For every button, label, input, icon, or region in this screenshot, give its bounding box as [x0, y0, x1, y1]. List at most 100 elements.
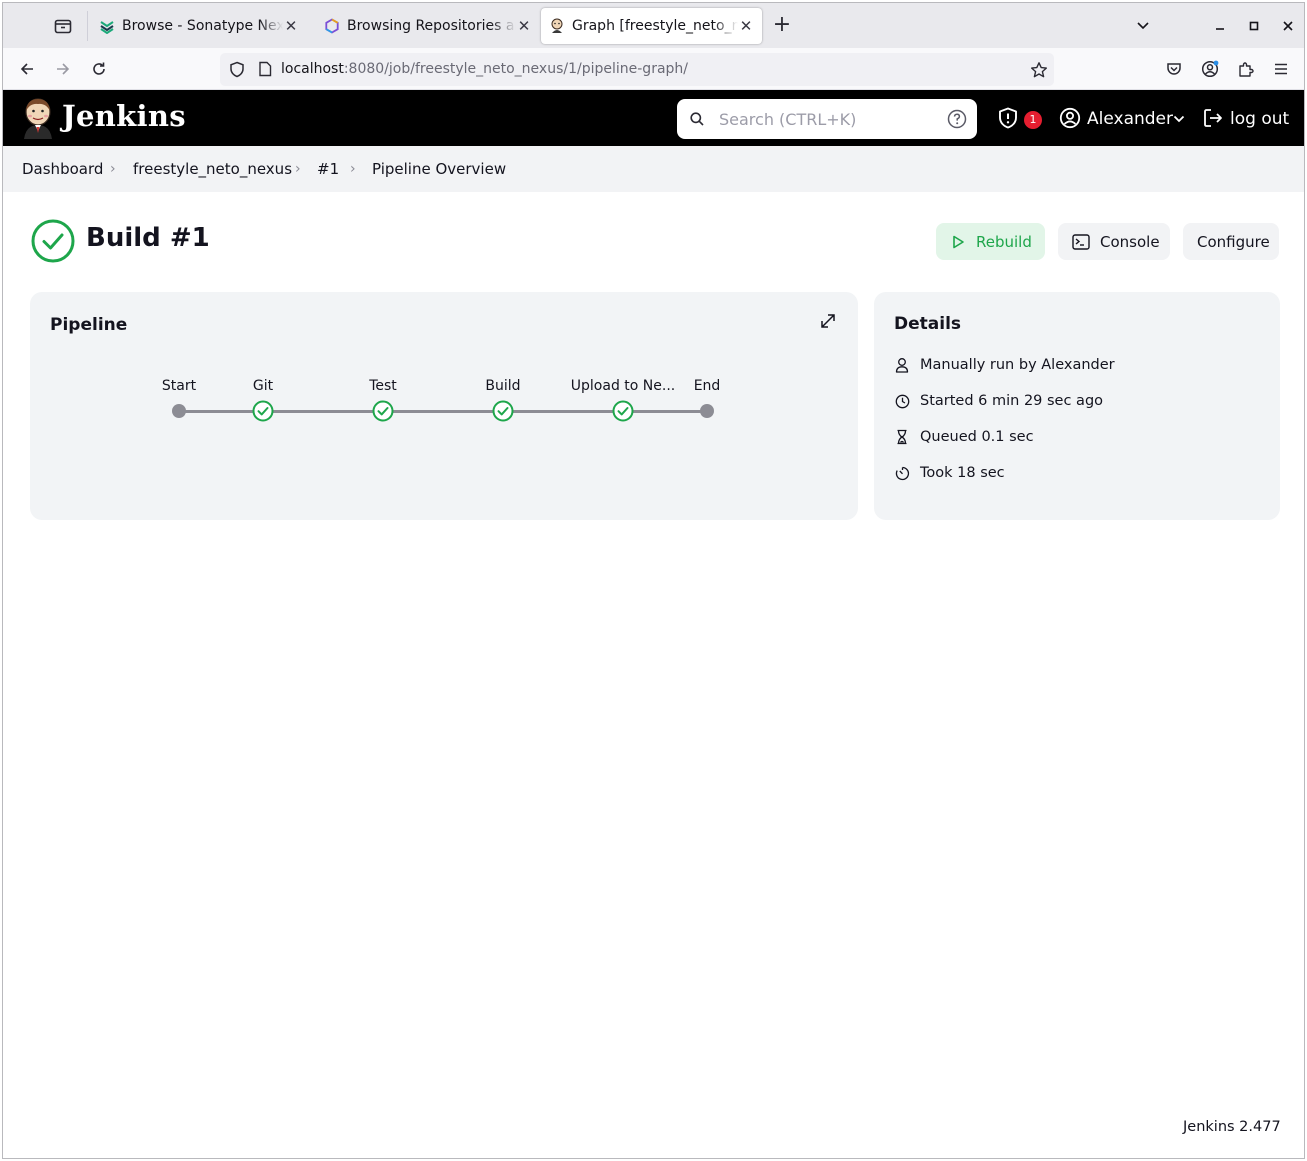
- forward-button[interactable]: [49, 55, 77, 83]
- shield-warning-icon: [999, 107, 1017, 129]
- detail-text: Took 18 sec: [920, 465, 1005, 481]
- play-icon: [950, 234, 966, 250]
- rebuild-button[interactable]: Rebuild: [936, 223, 1045, 260]
- maximize-icon: [1249, 21, 1259, 31]
- console-label: Console: [1100, 232, 1160, 251]
- tab-list-icon: [54, 19, 72, 34]
- end-node: [700, 404, 714, 418]
- tab-title: Browse - Sonatype Nexus Repository: [122, 18, 283, 34]
- breadcrumb-current[interactable]: Pipeline Overview: [372, 160, 506, 178]
- search-input[interactable]: Search (CTRL+K): [677, 99, 977, 139]
- url-host: localhost: [281, 61, 344, 77]
- shield-icon: [230, 61, 244, 78]
- plus-icon: +: [772, 12, 792, 37]
- detail-started-by: Manually run by Alexander: [894, 357, 1115, 373]
- url-text: localhost:8080/job/freestyle_neto_nexus/…: [281, 61, 688, 77]
- maximize-button[interactable]: [1242, 14, 1266, 38]
- tab-strip: Browse - Sonatype Nexus Repository ✕ Bro…: [3, 3, 1304, 48]
- reload-button[interactable]: [85, 55, 113, 83]
- help-icon[interactable]: [947, 109, 967, 129]
- page-title: Build #1: [86, 223, 210, 253]
- jenkins-header: Jenkins Search (CTRL+K) 1 Alexander log …: [3, 90, 1304, 146]
- account-icon: [1201, 60, 1219, 78]
- tab-pipeline-graph[interactable]: Graph [freestyle_neto_nexus] ✕: [541, 8, 762, 44]
- browser-window: Browse - Sonatype Nexus Repository ✕ Bro…: [2, 2, 1305, 1159]
- chevron-right-icon: ›: [110, 161, 116, 177]
- tab-nexus-browse[interactable]: Browse - Sonatype Nexus Repository ✕: [91, 8, 307, 44]
- logout-button[interactable]: [1202, 107, 1224, 129]
- tab-close-icon[interactable]: ✕: [738, 17, 754, 35]
- new-tab-button[interactable]: +: [769, 13, 795, 39]
- close-window-button[interactable]: [1276, 14, 1300, 38]
- url-path: :8080/job/freestyle_neto_nexus/1/pipelin…: [343, 61, 689, 77]
- tab-title: Browsing Repositories and Artifacts: [347, 18, 516, 34]
- menu-button[interactable]: [1267, 55, 1295, 83]
- stage-label-start: Start: [161, 378, 197, 394]
- pipeline-card: Pipeline Start Git Test Build Upload to …: [30, 292, 858, 520]
- user-avatar-icon: [1059, 107, 1081, 129]
- configure-button[interactable]: Configure: [1183, 223, 1279, 260]
- user-name[interactable]: Alexander: [1087, 109, 1173, 129]
- chevron-down-icon: [1137, 22, 1149, 30]
- list-all-tabs-button[interactable]: [1131, 14, 1155, 38]
- logout-link[interactable]: log out: [1230, 109, 1289, 129]
- jenkins-logo-icon[interactable]: [21, 97, 55, 139]
- arrow-right-icon: [57, 63, 70, 75]
- pocket-icon: [1167, 63, 1181, 75]
- stage-success-icon[interactable]: [252, 400, 274, 422]
- stage-label-build[interactable]: Build: [485, 378, 520, 394]
- user-dropdown-toggle[interactable]: [1173, 115, 1185, 123]
- security-warnings-button[interactable]: [996, 106, 1020, 130]
- stage-label-test[interactable]: Test: [369, 378, 397, 394]
- details-card: Details Manually run by Alexander Starte…: [874, 292, 1280, 520]
- security-count-badge: 1: [1024, 111, 1042, 129]
- firefox-view-button[interactable]: [49, 13, 77, 39]
- start-node: [172, 404, 186, 418]
- success-check-icon: [31, 219, 75, 263]
- breadcrumb-build[interactable]: #1: [317, 160, 339, 178]
- jenkins-title[interactable]: Jenkins: [62, 99, 186, 133]
- hourglass-icon: [894, 429, 910, 445]
- tab-close-icon[interactable]: ✕: [283, 17, 299, 35]
- rebuild-label: Rebuild: [976, 232, 1032, 251]
- console-button[interactable]: Console: [1058, 223, 1170, 260]
- close-icon: [1283, 21, 1293, 31]
- stage-success-icon[interactable]: [492, 400, 514, 422]
- chevron-down-icon: [1173, 115, 1185, 123]
- breadcrumb-job[interactable]: freestyle_neto_nexus: [133, 160, 292, 178]
- chevron-right-icon: ›: [295, 161, 301, 177]
- detail-queued: Queued 0.1 sec: [894, 429, 1034, 445]
- search-icon: [690, 112, 704, 126]
- stage-label-git[interactable]: Git: [253, 378, 273, 394]
- detail-duration: Took 18 sec: [894, 465, 1005, 481]
- clock-icon: [894, 394, 910, 409]
- tab-separator: [87, 11, 88, 41]
- back-button[interactable]: [13, 55, 41, 83]
- user-menu-button[interactable]: [1059, 107, 1081, 129]
- detail-text: Queued 0.1 sec: [920, 429, 1034, 445]
- detail-text: Started 6 min 29 sec ago: [920, 393, 1104, 409]
- user-icon: [894, 357, 910, 373]
- extensions-button[interactable]: [1232, 55, 1260, 83]
- puzzle-icon: [1239, 62, 1254, 77]
- expand-icon[interactable]: [819, 312, 837, 330]
- nexus-icon: [99, 18, 115, 34]
- tab-close-icon[interactable]: ✕: [516, 17, 532, 35]
- chevron-right-icon: ›: [350, 161, 356, 177]
- stage-success-icon[interactable]: [372, 400, 394, 422]
- minimize-button[interactable]: [1208, 14, 1232, 38]
- stage-label-end: End: [693, 378, 721, 394]
- tab-browsing-repositories[interactable]: Browsing Repositories and Artifacts ✕: [316, 8, 540, 44]
- reload-icon: [93, 62, 105, 75]
- breadcrumb: Dashboard › freestyle_neto_nexus › #1 › …: [3, 146, 1304, 192]
- stage-label-upload[interactable]: Upload to Ne...: [571, 378, 675, 394]
- breadcrumb-dashboard[interactable]: Dashboard: [22, 160, 103, 178]
- stage-success-icon[interactable]: [612, 400, 634, 422]
- address-bar[interactable]: localhost:8080/job/freestyle_neto_nexus/…: [220, 53, 1054, 86]
- bookmark-star-icon[interactable]: [1030, 61, 1048, 79]
- account-button[interactable]: [1196, 55, 1224, 83]
- terminal-icon: [1072, 233, 1090, 250]
- jenkins-version-link[interactable]: Jenkins 2.477: [1183, 1119, 1281, 1135]
- arrow-left-icon: [20, 63, 33, 75]
- pocket-button[interactable]: [1160, 55, 1188, 83]
